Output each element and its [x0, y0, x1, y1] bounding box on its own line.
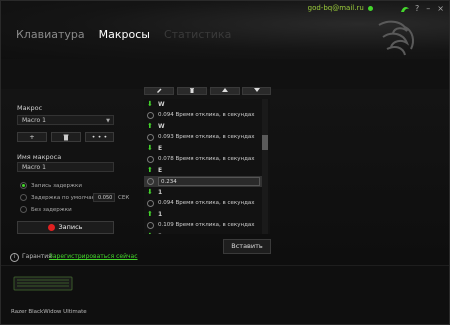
razer-logo-icon	[378, 20, 414, 56]
key-up-icon: ⬆	[147, 166, 153, 174]
key-down-icon: ⬇	[147, 188, 153, 196]
tab-macros[interactable]: Макросы	[99, 28, 150, 41]
synapse-window: god-bq@mail.ru ? – × Клавиатура Макросы …	[0, 0, 450, 325]
move-down-button[interactable]	[242, 87, 271, 95]
macro-event-list[interactable]: ⬇ W 0.094 Время отклика, в секундах ⬆ W …	[144, 99, 270, 234]
key-up-icon: ⬆	[147, 122, 153, 130]
macro-name-field[interactable]: Macro 1	[17, 162, 114, 172]
delay-edit-input[interactable]	[158, 177, 260, 186]
delay-unit-label: СЕК	[118, 195, 130, 201]
list-item[interactable]: 0.093 Время отклика, в секундах	[144, 132, 262, 143]
move-down-icon	[253, 88, 260, 92]
list-item[interactable]: ⬇ W	[144, 99, 262, 110]
pencil-icon	[157, 88, 162, 93]
list-item[interactable]: ⬇ 2	[144, 231, 262, 234]
help-button[interactable]: ?	[415, 4, 419, 13]
clock-icon	[147, 200, 154, 207]
default-delay-radio[interactable]	[20, 194, 27, 201]
key-up-icon: ⬆	[147, 210, 153, 218]
account-email[interactable]: god-bq@mail.ru	[308, 4, 373, 12]
insert-button[interactable]: Вставить	[223, 239, 271, 254]
device-name: Razer BlackWidow Ultimate	[11, 309, 87, 315]
delete-event-button[interactable]	[177, 87, 207, 95]
clock-icon	[147, 222, 154, 229]
info-icon: i	[10, 253, 19, 262]
list-item[interactable]: 0.094 Время отклика, в секундах	[144, 110, 262, 121]
move-up-icon	[222, 88, 228, 92]
content-top-band	[1, 59, 449, 89]
clock-icon	[147, 156, 154, 163]
tab-keyboard[interactable]: Клавиатура	[16, 28, 85, 41]
no-delay-radio[interactable]	[20, 206, 27, 213]
trash-icon	[190, 88, 194, 93]
edit-event-button[interactable]	[144, 87, 174, 95]
window-controls: ? – ×	[415, 4, 444, 13]
list-item[interactable]: ⬇ 1	[144, 187, 262, 198]
trash-icon	[63, 134, 69, 141]
minimize-button[interactable]: –	[426, 4, 430, 13]
razer-small-icon[interactable]	[399, 4, 411, 14]
no-delay-label: Без задержки	[31, 207, 72, 213]
more-options-button[interactable]: • • •	[85, 132, 114, 142]
add-macro-button[interactable]: +	[17, 132, 47, 142]
list-item[interactable]: 0.078 Время отклика, в секундах	[144, 154, 262, 165]
clock-icon	[147, 112, 154, 119]
macro-select[interactable]: Macro 1 ▼	[17, 115, 114, 125]
list-item-selected[interactable]	[144, 176, 262, 187]
keyboard-device-icon[interactable]	[13, 274, 73, 292]
list-item[interactable]: ⬆ W	[144, 121, 262, 132]
key-down-icon: ⬇	[147, 231, 153, 234]
list-item[interactable]: 0.109 Время отклика, в секундах	[144, 220, 262, 231]
chevron-down-icon: ▼	[106, 118, 110, 124]
key-down-icon: ⬇	[147, 144, 153, 152]
macro-label: Макрос	[17, 104, 43, 112]
macro-name-label: Имя макроса	[17, 153, 62, 161]
move-up-button[interactable]	[210, 87, 240, 95]
list-scrollbar[interactable]	[262, 99, 268, 234]
register-now-link[interactable]: Зарегистрироваться сейчас	[49, 253, 138, 260]
close-button[interactable]: ×	[437, 4, 444, 13]
main-tabs: Клавиатура Макросы Статистика	[16, 28, 231, 41]
list-item[interactable]: ⬇ E	[144, 143, 262, 154]
default-delay-input[interactable]: 0.050	[93, 193, 115, 202]
tab-stats[interactable]: Статистика	[164, 28, 231, 41]
delete-macro-button[interactable]	[51, 132, 81, 142]
record-delay-label: Запись задержки	[31, 183, 82, 189]
online-status-icon	[368, 5, 373, 11]
warranty-info: i Гарантия	[10, 253, 52, 262]
record-button[interactable]: Запись	[17, 221, 114, 234]
list-item[interactable]: ⬆ 1	[144, 209, 262, 220]
clock-icon	[147, 178, 154, 185]
list-item[interactable]: 0.094 Время отклика, в секундах	[144, 198, 262, 209]
list-item[interactable]: ⬆ E	[144, 165, 262, 176]
record-icon	[48, 223, 56, 231]
clock-icon	[147, 134, 154, 141]
key-down-icon: ⬇	[147, 100, 153, 108]
record-delay-radio[interactable]	[20, 182, 27, 189]
scrollbar-thumb[interactable]	[262, 135, 268, 150]
header-bar: god-bq@mail.ru ? – × Клавиатура Макросы …	[1, 1, 449, 59]
